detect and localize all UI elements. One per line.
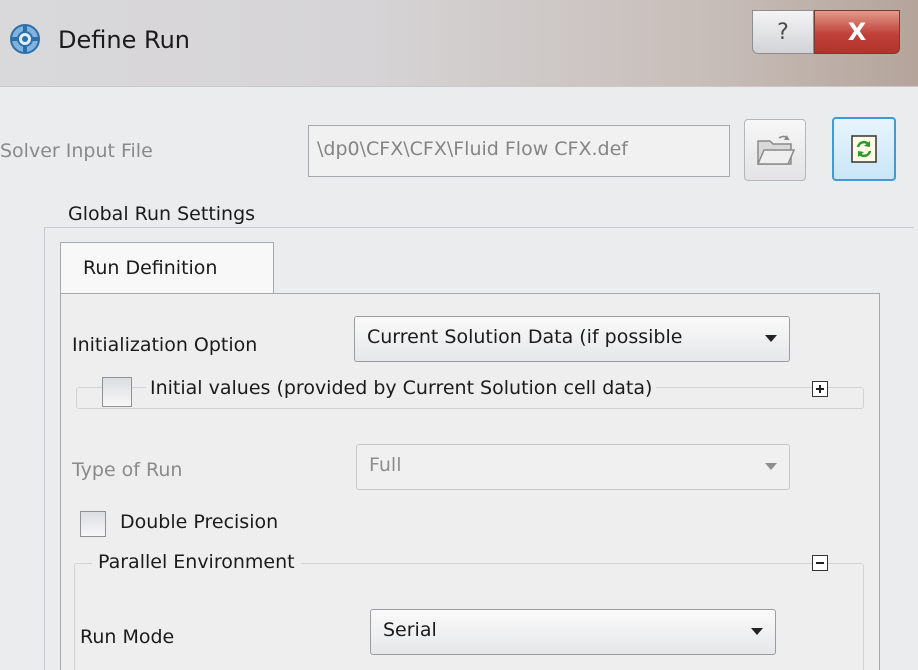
double-precision-checkbox[interactable] [80, 511, 106, 537]
browse-button[interactable] [744, 119, 806, 181]
close-button[interactable]: X [814, 10, 900, 54]
solver-input-file-label: Solver Input File [0, 140, 153, 162]
run-mode-label: Run Mode [80, 626, 175, 648]
parallel-environment-label: Parallel Environment [92, 551, 301, 573]
help-icon: ? [777, 19, 789, 45]
initial-values-checkbox[interactable] [102, 377, 132, 407]
solver-input-file-field[interactable]: \dp0\CFX\CFX\Fluid Flow CFX.def [308, 125, 730, 177]
reload-button[interactable] [832, 117, 896, 181]
initial-values-label: Initial values (provided by Current Solu… [146, 377, 657, 399]
expand-icon[interactable] [812, 381, 828, 397]
collapse-icon[interactable] [812, 555, 828, 571]
chevron-down-icon [765, 335, 777, 342]
dialog-content: Solver Input File \dp0\CFX\CFX\Fluid Flo… [0, 87, 918, 670]
initialization-option-label: Initialization Option [72, 334, 258, 356]
chevron-down-icon [765, 463, 777, 470]
chevron-down-icon [751, 628, 763, 635]
define-run-dialog: Define Run ? X Solver Input File \dp0\CF… [0, 0, 918, 670]
tab-run-definition-label: Run Definition [83, 257, 218, 279]
type-of-run-select[interactable]: Full [356, 444, 790, 490]
close-icon: X [847, 18, 867, 46]
double-precision-label: Double Precision [120, 511, 279, 533]
type-of-run-label: Type of Run [72, 459, 183, 481]
run-mode-select[interactable]: Serial [370, 609, 776, 655]
global-run-settings-label: Global Run Settings [64, 203, 260, 225]
initialization-option-select[interactable]: Current Solution Data (if possible [354, 316, 790, 362]
help-button[interactable]: ? [752, 10, 814, 54]
window-title: Define Run [58, 26, 190, 54]
tab-run-definition[interactable]: Run Definition [60, 242, 274, 294]
gear-icon [10, 24, 40, 54]
title-bar[interactable]: Define Run ? X [0, 0, 918, 87]
folder-open-icon [756, 135, 795, 165]
reload-icon [851, 135, 877, 163]
